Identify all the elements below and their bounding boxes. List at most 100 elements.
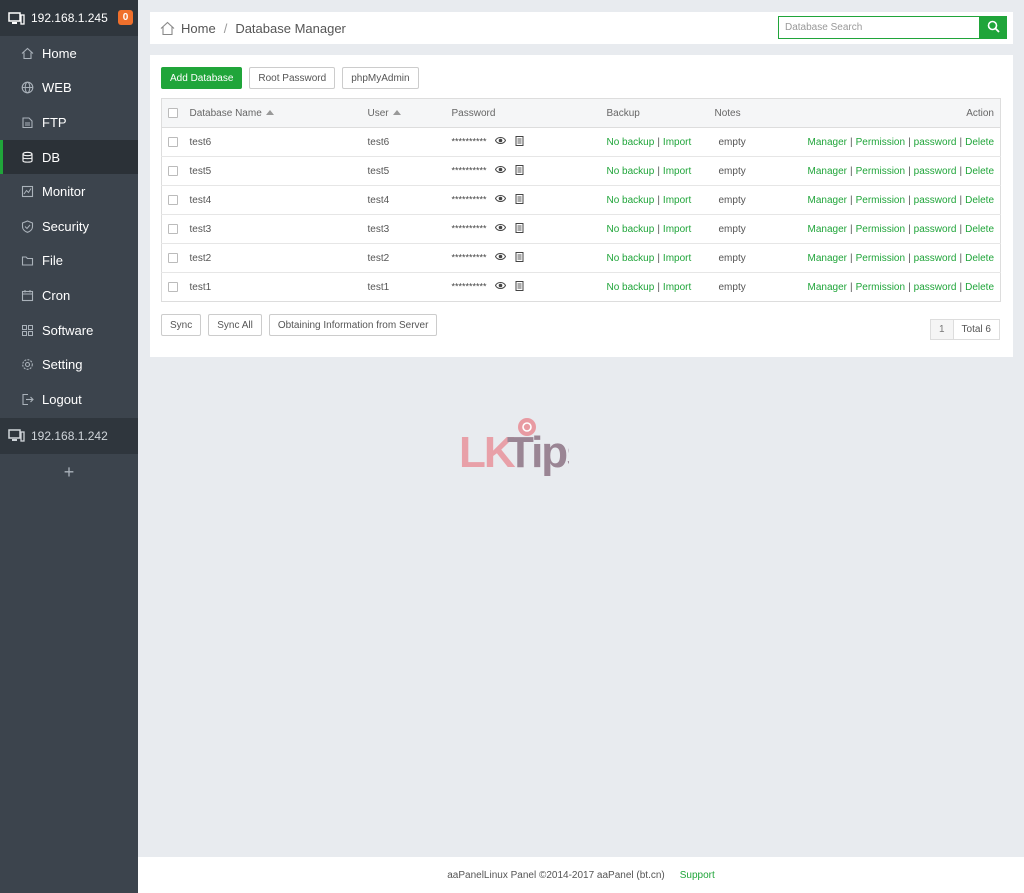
backup-link[interactable]: No backup [607,137,655,148]
eye-icon[interactable] [495,165,507,177]
alert-badge[interactable]: 0 [118,10,133,25]
logout-icon [20,392,34,406]
sidebar-item-file[interactable]: File [0,244,138,279]
import-link[interactable]: Import [663,282,691,293]
backup-link[interactable]: No backup [607,253,655,264]
search-input[interactable] [778,16,979,39]
import-link[interactable]: Import [663,224,691,235]
header-bar: Home / Database Manager [150,12,1013,44]
sidebar-item-security[interactable]: Security [0,209,138,244]
import-link[interactable]: Import [663,137,691,148]
sidebar-item-logout[interactable]: Logout [0,382,138,417]
sidebar-item-label: Home [42,45,77,61]
search-button[interactable] [979,16,1007,39]
permission-link[interactable]: Permission [856,166,905,177]
sync-all-button[interactable]: Sync All [208,314,262,336]
eye-icon[interactable] [495,252,507,264]
manager-link[interactable]: Manager [808,137,847,148]
row-checkbox[interactable] [168,165,178,176]
root-password-button[interactable]: Root Password [249,67,336,89]
breadcrumb-home[interactable]: Home [181,21,216,36]
sidebar-item-software[interactable]: Software [0,313,138,348]
notes-cell[interactable]: empty [714,243,795,273]
permission-link[interactable]: Permission [856,253,905,264]
sidebar-item-monitor[interactable]: Monitor [0,174,138,209]
add-database-button[interactable]: Add Database [161,67,243,89]
manager-link[interactable]: Manager [808,253,847,264]
row-checkbox[interactable] [168,281,178,292]
sidebar-item-cron[interactable]: Cron [0,278,138,313]
notes-cell[interactable]: empty [714,185,795,215]
delete-link[interactable]: Delete [965,166,994,177]
manager-link[interactable]: Manager [808,282,847,293]
delete-link[interactable]: Delete [965,224,994,235]
delete-link[interactable]: Delete [965,137,994,148]
change-password-link[interactable]: password [914,224,957,235]
sync-button[interactable]: Sync [161,314,202,336]
change-password-link[interactable]: password [914,253,957,264]
column-header-notes: Notes [714,98,795,128]
password-mask: ********** [451,194,487,205]
sidebar-item-web[interactable]: WEB [0,71,138,106]
sidebar-item-home[interactable]: Home [0,36,138,71]
phpmyadmin-button[interactable]: phpMyAdmin [342,67,419,89]
row-checkbox[interactable] [168,223,178,234]
home-icon[interactable] [160,21,175,36]
copy-icon[interactable] [515,280,524,294]
backup-link[interactable]: No backup [607,195,655,206]
row-checkbox[interactable] [168,136,178,147]
manager-link[interactable]: Manager [808,195,847,206]
backup-link[interactable]: No backup [607,224,655,235]
change-password-link[interactable]: password [914,137,957,148]
separator: | [959,252,963,264]
current-server[interactable]: 192.168.1.245 0 [0,0,138,36]
notes-cell[interactable]: empty [714,156,795,186]
copy-icon[interactable] [515,164,524,178]
obtain-info-button[interactable]: Obtaining Information from Server [268,314,438,336]
permission-link[interactable]: Permission [856,137,905,148]
add-server-button[interactable]: + [0,462,138,483]
delete-link[interactable]: Delete [965,282,994,293]
other-server[interactable]: 192.168.1.242 [0,417,138,454]
eye-icon[interactable] [495,223,507,235]
select-all-checkbox[interactable] [168,107,178,118]
support-link[interactable]: Support [680,870,715,881]
column-header-user[interactable]: User [367,98,452,128]
copy-icon[interactable] [515,193,524,207]
page-number[interactable]: 1 [929,319,953,340]
manager-link[interactable]: Manager [808,224,847,235]
backup-link[interactable]: No backup [607,166,655,177]
copy-icon[interactable] [515,251,524,265]
delete-link[interactable]: Delete [965,253,994,264]
separator: | [908,223,911,235]
permission-link[interactable]: Permission [856,195,905,206]
notes-cell[interactable]: empty [714,214,795,244]
sidebar-item-ftp[interactable]: FTP [0,105,138,140]
backup-link[interactable]: No backup [607,282,655,293]
import-link[interactable]: Import [663,253,691,264]
import-link[interactable]: Import [663,166,691,177]
calendar-icon [20,288,34,302]
notes-cell[interactable]: empty [714,127,795,157]
column-header-name[interactable]: Database Name [189,98,368,128]
notes-cell[interactable]: empty [715,273,795,302]
change-password-link[interactable]: password [914,282,957,293]
separator: | [849,223,853,235]
column-header-action: Action [794,98,1001,128]
sidebar-item-setting[interactable]: Setting [0,347,138,382]
copy-icon[interactable] [515,222,524,236]
copy-icon[interactable] [515,135,524,149]
delete-link[interactable]: Delete [965,195,994,206]
import-link[interactable]: Import [663,195,691,206]
manager-link[interactable]: Manager [808,166,847,177]
permission-link[interactable]: Permission [856,224,905,235]
change-password-link[interactable]: password [914,166,957,177]
sidebar-item-db[interactable]: DB [0,139,138,175]
row-checkbox[interactable] [168,194,178,205]
eye-icon[interactable] [495,194,507,206]
eye-icon[interactable] [495,136,507,148]
eye-icon[interactable] [495,281,507,293]
permission-link[interactable]: Permission [856,282,905,293]
change-password-link[interactable]: password [914,195,957,206]
row-checkbox[interactable] [168,252,178,263]
